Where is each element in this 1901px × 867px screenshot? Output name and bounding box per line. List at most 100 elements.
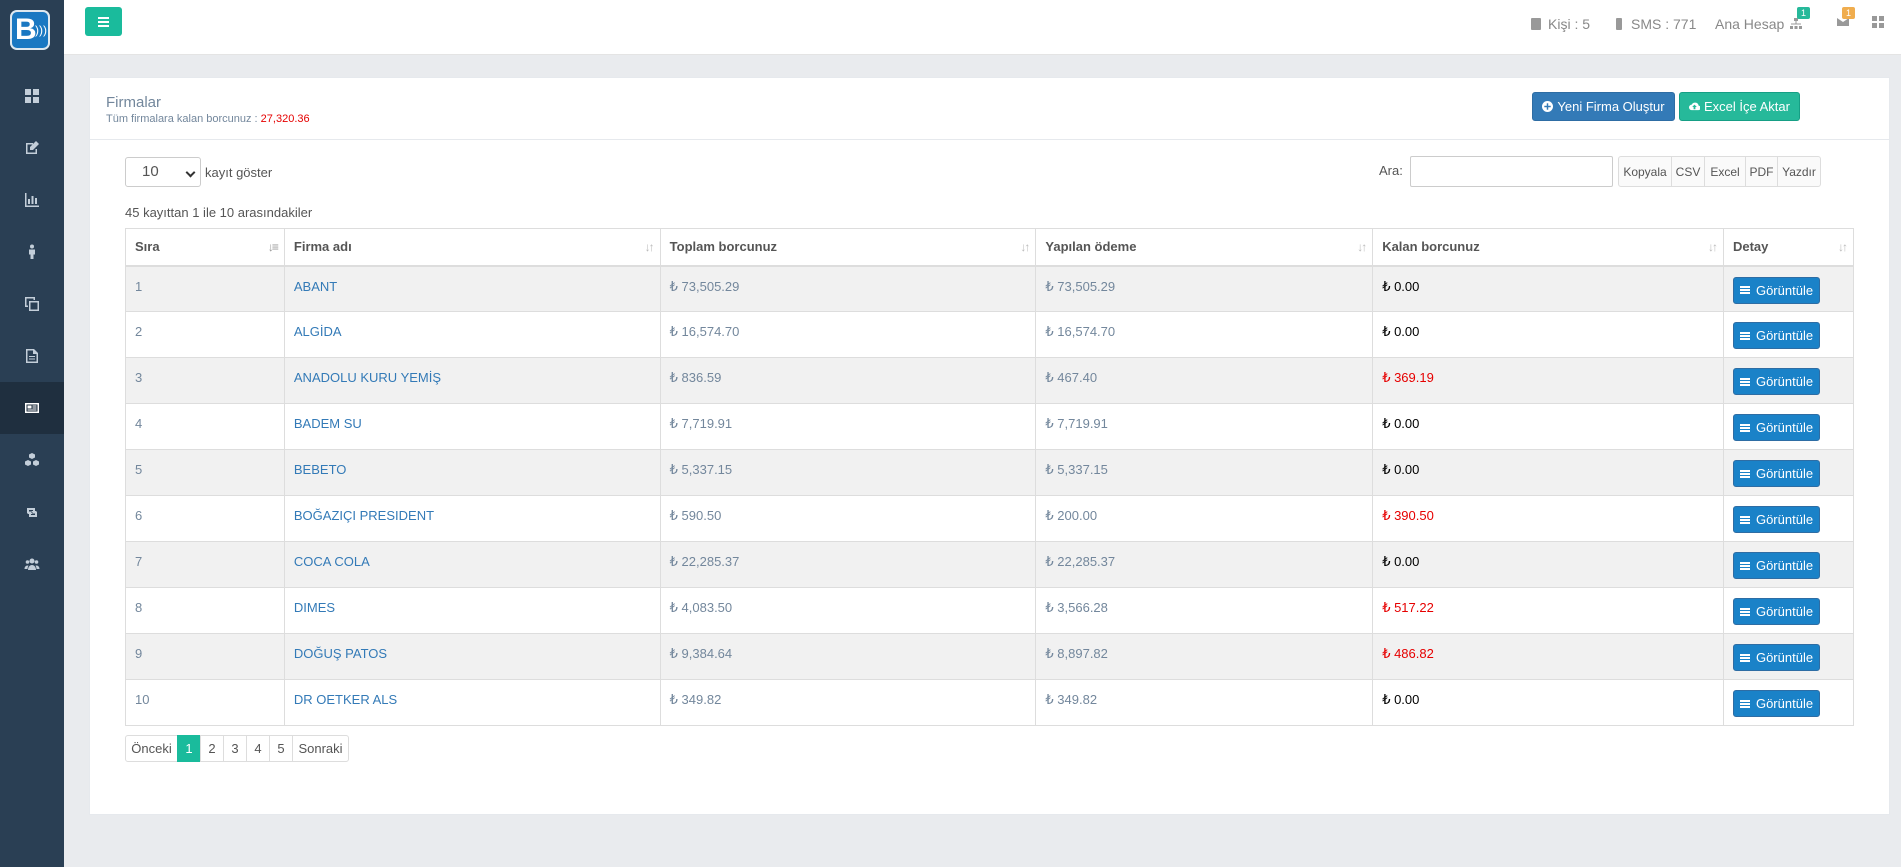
account-label: Ana Hesap [1715,16,1785,32]
sitemap-icon [1790,18,1803,29]
sidebar-item-reports[interactable] [0,174,64,226]
sidebar-item-transfer[interactable] [0,486,64,538]
sidebar-item-firms[interactable] [0,382,64,434]
view-button[interactable]: Görüntüle [1732,276,1821,304]
csv-button[interactable]: CSV [1671,156,1705,187]
firm-link[interactable]: BOĞAZIÇI PRESIDENT [294,508,434,523]
cell-firma: ALGİDA [283,311,661,358]
cell-firma: DOĞUŞ PATOS [283,633,661,680]
table-info: 45 kayıttan 1 ile 10 arasındakiler [125,205,313,220]
excel-button[interactable]: Excel [1704,156,1746,187]
firm-link[interactable]: ALGİDA [294,324,342,339]
firm-link[interactable]: COCA COLA [294,554,370,569]
view-button[interactable]: Görüntüle [1732,598,1821,625]
cell-odeme: ₺ 200.00 [1035,495,1374,542]
search-input[interactable] [1410,156,1613,187]
new-firm-label: Yeni Firma Oluştur [1557,99,1665,114]
apps-menu[interactable] [1872,16,1884,28]
top-navbar: Kişi : 5 SMS : 771 Ana Hesap 1 1 [64,0,1901,55]
column-header-sira[interactable]: Sıra ↓≡ [125,228,285,267]
view-button[interactable]: Görüntüle [1732,644,1821,671]
firm-link[interactable]: DOĞUŞ PATOS [294,646,387,661]
next-page-button[interactable]: Sonraki [292,735,349,762]
firm-link[interactable]: ANADOLU KURU YEMİŞ [294,370,441,385]
cell-odeme: ₺ 5,337.15 [1035,449,1374,496]
view-button[interactable]: Görüntüle [1732,690,1821,717]
cell-sira: 5 [125,449,285,496]
table-row: 2 ALGİDA ₺ 16,574.70 ₺ 16,574.70 ₺ 0.00 Görün… [125,311,1855,358]
view-button[interactable]: Görüntüle [1732,460,1821,487]
cell-sira: 2 [125,311,285,358]
table-row: 3 ANADOLU KURU YEMİŞ ₺ 836.59 ₺ 467.40 ₺ 369… [125,357,1855,404]
view-label: Görüntüle [1755,512,1814,527]
sidebar: B ))) [0,0,64,867]
page-button-2[interactable]: 2 [200,735,224,762]
edit-icon [26,141,39,154]
cell-sira: 8 [125,587,285,634]
table-row: 8 DIMES ₺ 4,083.50 ₺ 3,566.28 ₺ 517.22 Görünt… [125,587,1855,634]
firm-link[interactable]: DR OETKER ALS [294,692,397,707]
view-button[interactable]: Görüntüle [1732,506,1821,533]
firm-link[interactable]: BADEM SU [294,416,362,431]
view-button[interactable]: Görüntüle [1732,414,1821,441]
page-length-select[interactable]: 10 [125,157,201,187]
print-button[interactable]: Yazdır [1777,156,1821,187]
account-badge: 1 [1797,7,1811,19]
cell-kalan: ₺ 390.50 [1372,495,1724,542]
table-row: 9 DOĞUŞ PATOS ₺ 9,384.64 ₺ 8,897.82 ₺ 486.82… [125,633,1855,680]
view-label: Görüntüle [1755,374,1814,389]
sidebar-item-document[interactable] [0,330,64,382]
cell-odeme: ₺ 22,285.37 [1035,541,1374,588]
sidebar-item-products[interactable] [0,434,64,486]
sort-icon: ↓↑ [1707,240,1718,254]
column-header-toplam[interactable]: Toplam borcunuz ↓↑ [659,228,1037,267]
column-header-firma[interactable]: Firma adı ↓↑ [283,228,661,267]
cell-sira: 1 [125,265,285,312]
column-header-detay[interactable]: Detay ↓↑ [1722,228,1855,267]
sidebar-item-users[interactable] [0,538,64,590]
cell-sira: 3 [125,357,285,404]
sidebar-item-person[interactable] [0,226,64,278]
page-button-5[interactable]: 5 [269,735,293,762]
page-button-3[interactable]: 3 [223,735,247,762]
cell-detay: Görüntüle [1722,679,1855,726]
column-label: Firma adı [293,239,352,255]
sort-icon: ↓↑ [1357,240,1367,254]
export-buttons: Kopyala CSV Excel PDF Yazdır [1618,156,1821,187]
account-menu[interactable]: Ana Hesap [1715,16,1803,32]
column-header-odeme[interactable]: Yapılan ödeme ↓↑ [1035,228,1374,267]
view-button[interactable]: Görüntüle [1732,552,1821,579]
copy-button[interactable]: Kopyala [1618,156,1672,187]
menu-toggle-button[interactable] [85,7,122,36]
cell-firma: DIMES [283,587,661,634]
excel-import-button[interactable]: Excel İçe Aktar [1679,92,1800,121]
cell-sira: 6 [125,495,285,542]
cell-sira: 10 [125,679,285,726]
cell-odeme: ₺ 16,574.70 [1035,311,1374,358]
new-firm-button[interactable]: Yeni Firma Oluştur [1532,92,1675,121]
firm-link[interactable]: DIMES [294,600,335,615]
firm-link[interactable]: ABANT [294,279,337,294]
column-label: Yapılan ödeme [1045,239,1137,255]
view-label: Görüntüle [1755,328,1814,343]
sidebar-item-edit[interactable] [0,122,64,174]
page-button-1[interactable]: 1 [177,735,201,762]
app-logo[interactable]: B ))) [10,10,50,50]
newspaper-icon [25,403,39,413]
firm-link[interactable]: BEBETO [294,462,347,477]
cell-firma: BEBETO [283,449,661,496]
sidebar-item-copy[interactable] [0,278,64,330]
cell-firma: ABANT [283,265,661,312]
view-button[interactable]: Görüntüle [1732,368,1821,395]
prev-page-button[interactable]: Önceki [125,735,178,762]
pdf-button[interactable]: PDF [1745,156,1778,187]
sms-count-label: SMS : 771 [1631,16,1697,32]
column-header-kalan[interactable]: Kalan borcunuz ↓↑ [1372,228,1724,267]
page-button-4[interactable]: 4 [246,735,270,762]
cell-detay: Görüntüle [1722,449,1855,496]
sidebar-item-dashboard[interactable] [0,70,64,122]
view-button[interactable]: Görüntüle [1732,322,1821,349]
total-debt-label: Tüm firmalara kalan borcunuz : [106,113,261,125]
view-label: Görüntüle [1755,282,1814,298]
cell-kalan: ₺ 0.00 [1372,265,1724,312]
